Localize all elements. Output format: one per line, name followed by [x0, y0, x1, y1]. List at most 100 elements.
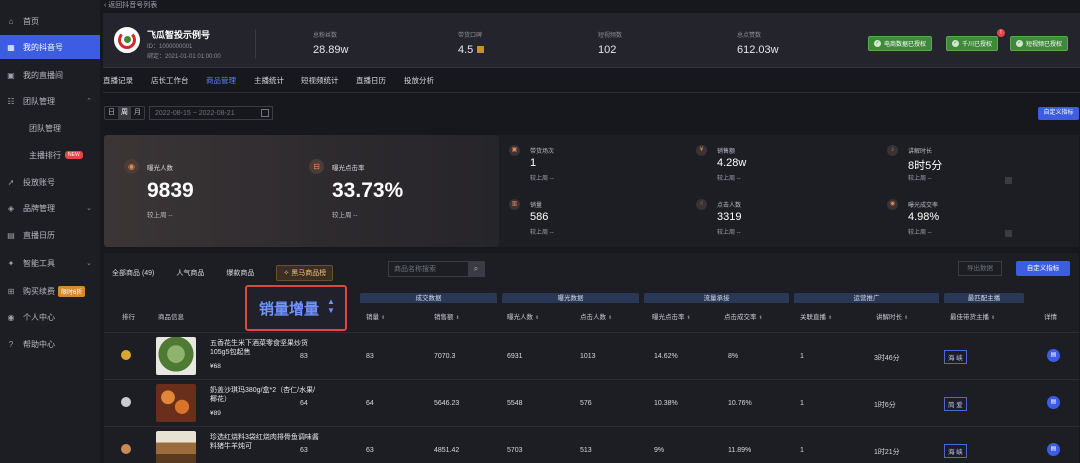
- tab-anchor-stats[interactable]: 主播统计: [254, 75, 284, 86]
- custom-metrics-button-2[interactable]: 自定义指标: [1016, 261, 1070, 276]
- cart-icon: ⊞: [7, 286, 15, 296]
- account-id: ID：1000000001: [147, 44, 193, 50]
- product-image: [156, 337, 196, 375]
- clicks: 513: [580, 447, 592, 454]
- chevron-up-icon: ⌃: [86, 98, 92, 105]
- tab-live-calendar[interactable]: 直播日历: [356, 75, 386, 86]
- sidebar-item-label: 直播日历: [23, 230, 55, 240]
- sales: 64: [366, 400, 374, 407]
- mic-icon: ♪: [887, 145, 898, 156]
- sales-increment-sort-header[interactable]: 销量增量 ▲ ▼: [245, 285, 347, 331]
- period-day[interactable]: 日: [105, 107, 118, 119]
- anchor-tag[interactable]: 海 峡: [944, 350, 967, 364]
- money-icon: ¥: [696, 145, 707, 156]
- sidebar-item-live-calendar[interactable]: ▤ 直播日历: [0, 223, 100, 247]
- video-auth-button[interactable]: ✓ 短视频已授权: [1010, 36, 1069, 51]
- filter-hot[interactable]: 爆款商品: [226, 268, 254, 278]
- sales-increment: 64: [300, 400, 308, 407]
- period-month[interactable]: 月: [131, 107, 144, 119]
- user-icon: ◉: [7, 312, 15, 322]
- sort-icon: ⬍: [455, 315, 460, 321]
- filter-dark-horse[interactable]: ✧ 黑马商品榜: [276, 265, 334, 281]
- sidebar-item-label: 我的抖音号: [23, 42, 63, 52]
- sidebar-item-my-douyin[interactable]: ▦ 我的抖音号: [0, 35, 100, 59]
- col-revenue[interactable]: 销售额 ⬍: [434, 311, 460, 321]
- sidebar-item-label: 购买续费: [23, 286, 55, 296]
- calendar-icon: [261, 109, 269, 117]
- main-area: ‹ 返回抖音号列表 飞瓜智投示例号 ID：1000000001 绑定：2021-…: [100, 0, 1080, 463]
- tab-store-workbench[interactable]: 店长工作台: [151, 75, 189, 86]
- anchor-tag[interactable]: 海 峡: [944, 444, 967, 458]
- sidebar-item-team-manage[interactable]: 团队管理: [0, 116, 100, 140]
- date-range-picker[interactable]: 2022-08-15 ~ 2022-08-21: [149, 106, 273, 120]
- clicks: 576: [580, 400, 592, 407]
- grid-icon: ▦: [7, 42, 15, 52]
- product-price: ¥89: [210, 410, 221, 417]
- team-icon: ☷: [7, 96, 15, 106]
- cvr: 10.76%: [728, 400, 752, 407]
- detail-icon[interactable]: ▤: [1047, 349, 1060, 362]
- sidebar-item-label: 智能工具: [23, 258, 55, 268]
- eye-icon: ◉: [124, 159, 139, 174]
- product-search-input[interactable]: 商品名称搜索 ⌕: [388, 261, 485, 277]
- sidebar-item-brand[interactable]: ◈ 品牌管理 ⌄: [0, 196, 100, 220]
- export-button[interactable]: 导出数据: [958, 261, 1002, 276]
- alert-icon: !: [997, 29, 1005, 37]
- table-row[interactable]: 珍选红烧料3袋红烧肉排骨鱼调味酱料猪牛羊炖可 63 63 4851.42 570…: [104, 426, 1079, 463]
- col-sales[interactable]: 销量 ⬍: [366, 311, 385, 321]
- col-product: 商品信息: [158, 314, 184, 321]
- anchor-tag[interactable]: 简 爱: [944, 397, 967, 411]
- check-icon: ✓: [874, 40, 881, 47]
- tab-live-records[interactable]: 直播记录: [103, 75, 133, 86]
- qianchuan-auth-button[interactable]: ✓ 千川已授权: [946, 36, 999, 51]
- table-row[interactable]: 奶盖沙琪玛380g/盒*2（杏仁/水果/椰花） ¥89 64 64 5646.2…: [104, 379, 1079, 426]
- sort-icon: ⬍: [535, 315, 540, 321]
- detail-icon[interactable]: ▤: [1047, 396, 1060, 409]
- hand-icon: ☝: [696, 199, 707, 210]
- sidebar-item-renew[interactable]: ⊞ 购买续费 限时6折: [0, 279, 100, 303]
- revenue: 5646.23: [434, 400, 460, 407]
- col-duration[interactable]: 讲解时长 ⬍: [876, 311, 908, 321]
- tab-video-stats[interactable]: 短视频统计: [301, 75, 339, 86]
- sidebar-item-team[interactable]: ☷ 团队管理 ⌃: [0, 89, 100, 113]
- search-icon[interactable]: ⌕: [468, 262, 484, 276]
- col-cvr[interactable]: 点击成交率 ⬍: [724, 311, 763, 321]
- sidebar-item-smart-tools[interactable]: ✦ 智能工具 ⌄: [0, 251, 100, 275]
- sidebar: ⌂ 首页 ▦ 我的抖音号 ▣ 我的直播间 ☷ 团队管理 ⌃ 团队管理 主播排行 NEW ➚ 投…: [0, 0, 100, 463]
- sidebar-item-ad-account[interactable]: ➚ 投放账号: [0, 170, 100, 194]
- ecom-auth-button[interactable]: ✓ 电商数据已授权: [868, 36, 933, 51]
- app-root: ⌂ 首页 ▦ 我的抖音号 ▣ 我的直播间 ☷ 团队管理 ⌃ 团队管理 主播排行 NEW ➚ 投…: [0, 0, 1080, 463]
- period-week[interactable]: 周: [118, 107, 131, 119]
- sidebar-item-anchor-rank[interactable]: 主播排行 NEW: [0, 143, 100, 167]
- col-exposure[interactable]: 曝光人数 ⬍: [507, 311, 539, 321]
- duration: 1时21分: [874, 449, 900, 456]
- back-link[interactable]: ‹ 返回抖音号列表: [104, 0, 157, 10]
- filter-popular[interactable]: 人气商品: [176, 268, 204, 278]
- table-row[interactable]: 五香花生米下酒菜零食坚果炒货105g5包起售 ¥68 83 83 7070.3 …: [104, 332, 1079, 379]
- sidebar-item-label: 团队管理: [23, 96, 55, 106]
- col-ctr[interactable]: 曝光点击率 ⬍: [652, 311, 691, 321]
- col-live[interactable]: 关联直播 ⬍: [800, 311, 832, 321]
- sidebar-item-help[interactable]: ? 帮助中心: [0, 332, 100, 356]
- sidebar-item-profile[interactable]: ◉ 个人中心: [0, 305, 100, 329]
- col-clicks[interactable]: 点击人数 ⬍: [580, 311, 612, 321]
- sidebar-item-label: 团队管理: [29, 123, 61, 133]
- exposure: 5548: [507, 400, 523, 407]
- tab-ad-analysis[interactable]: 投放分析: [404, 75, 434, 86]
- col-best-anchor[interactable]: 最佳带货主播 ⬍: [950, 311, 995, 321]
- sidebar-item-my-live[interactable]: ▣ 我的直播间: [0, 63, 100, 87]
- promo-badge: 限时6折: [58, 285, 86, 297]
- tab-product-manage[interactable]: 商品管理: [206, 75, 236, 86]
- filter-all[interactable]: 全部商品 (49): [112, 268, 154, 278]
- sort-icon: ⬍: [904, 315, 909, 321]
- custom-metrics-button[interactable]: 自定义指标: [1038, 107, 1079, 120]
- sort-icon: ▲ ▼: [327, 297, 335, 315]
- sidebar-item-home[interactable]: ⌂ 首页: [0, 9, 100, 33]
- live-count: 1: [800, 400, 804, 407]
- detail-icon[interactable]: ▤: [1047, 443, 1060, 456]
- profile-bar: 飞瓜智投示例号 ID：1000000001 绑定：2021-01-01 01:0…: [103, 13, 1080, 68]
- sidebar-item-label: 我的直播间: [23, 70, 63, 80]
- revenue: 7070.3: [434, 353, 456, 360]
- period-segment: 日 周 月: [104, 106, 145, 120]
- live-icon: ▣: [7, 70, 15, 80]
